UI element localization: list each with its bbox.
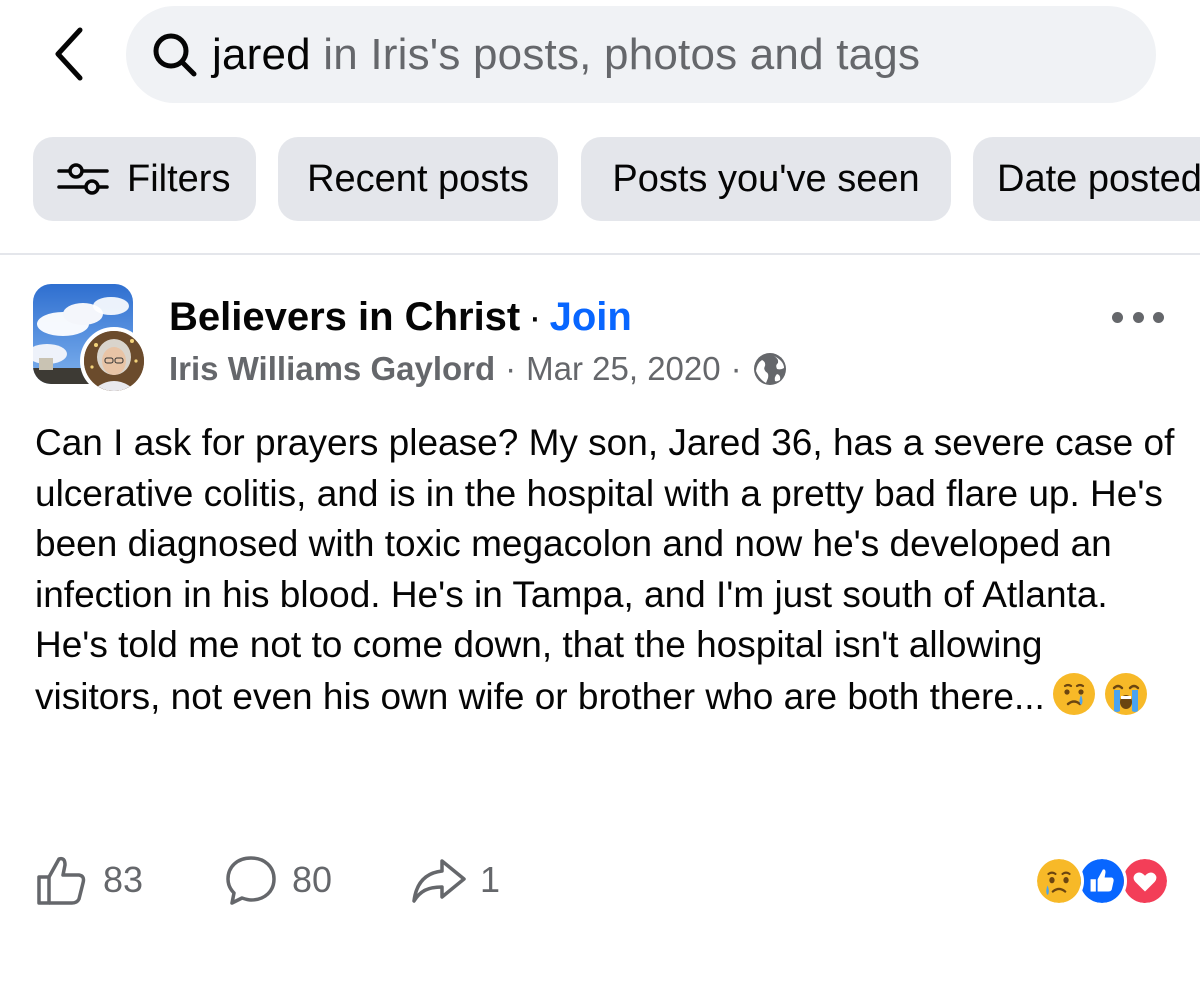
author-avatar[interactable]	[80, 327, 148, 395]
top-bar: jared in Iris's posts, photos and tags	[0, 0, 1200, 112]
filter-chips: Filters Recent posts Posts you've seen D…	[0, 137, 1200, 221]
meta-separator: ·	[730, 350, 742, 387]
like-button[interactable]: 83	[33, 845, 143, 915]
posts-seen-chip[interactable]: Posts you've seen	[581, 137, 951, 221]
comment-bubble-icon	[226, 856, 276, 905]
like-count: 83	[103, 859, 144, 900]
date-posted-chip[interactable]: Date posted	[973, 137, 1200, 221]
search-query: jared	[212, 29, 311, 79]
search-scope: in Iris's posts, photos and tags	[310, 29, 921, 79]
post-body-text: Can I ask for prayers please? My son, Ja…	[35, 422, 1175, 717]
thumbs-up-icon	[37, 856, 86, 905]
dot	[1132, 311, 1144, 323]
meta-separator: ·	[505, 350, 517, 387]
recent-posts-chip[interactable]: Recent posts	[278, 137, 558, 221]
search-icon	[150, 30, 200, 80]
group-name-link[interactable]: Believers in Christ	[169, 295, 520, 339]
share-button[interactable]: 1	[410, 845, 500, 915]
post-body: Can I ask for prayers please? My son, Ja…	[35, 418, 1175, 722]
comment-button[interactable]: 80	[222, 845, 332, 915]
date-posted-chip-label: Date posted	[997, 157, 1200, 200]
post-actions: 83 80 1	[0, 845, 1200, 915]
reactions-summary[interactable]	[1030, 856, 1170, 906]
like-reaction-icon	[1077, 856, 1127, 906]
love-reaction-icon	[1120, 856, 1170, 906]
share-count: 1	[480, 859, 501, 900]
join-button[interactable]: Join	[550, 295, 632, 339]
recent-posts-chip-label: Recent posts	[307, 157, 529, 200]
search-input[interactable]: jared in Iris's posts, photos and tags	[126, 6, 1156, 103]
more-options-button[interactable]	[1112, 305, 1164, 329]
filters-chip[interactable]: Filters	[33, 137, 256, 221]
post-header: Believers in Christ · Join	[169, 295, 632, 340]
post-meta: Iris Williams Gaylord · Mar 25, 2020 ·	[169, 350, 788, 388]
chevron-left-icon	[55, 27, 83, 81]
dot	[1112, 311, 1123, 323]
back-button[interactable]	[40, 22, 96, 86]
sad-reaction-icon	[1034, 856, 1084, 906]
crying-face-emoji	[1052, 672, 1095, 715]
search-text: jared in Iris's posts, photos and tags	[212, 30, 920, 80]
sliders-icon	[57, 163, 109, 195]
post-card: Believers in Christ · Join Iris Williams G…	[0, 255, 1200, 985]
header-separator: ·	[528, 295, 542, 339]
loudly-crying-face-emoji	[1104, 672, 1147, 715]
post-date[interactable]: Mar 25, 2020	[526, 350, 720, 388]
author-name-link[interactable]: Iris Williams Gaylord	[169, 350, 495, 388]
share-arrow-icon	[412, 859, 466, 903]
dot	[1153, 311, 1164, 323]
comment-count: 80	[292, 859, 333, 900]
posts-seen-chip-label: Posts you've seen	[612, 157, 920, 200]
filters-chip-label: Filters	[127, 157, 231, 200]
globe-icon	[753, 353, 786, 385]
